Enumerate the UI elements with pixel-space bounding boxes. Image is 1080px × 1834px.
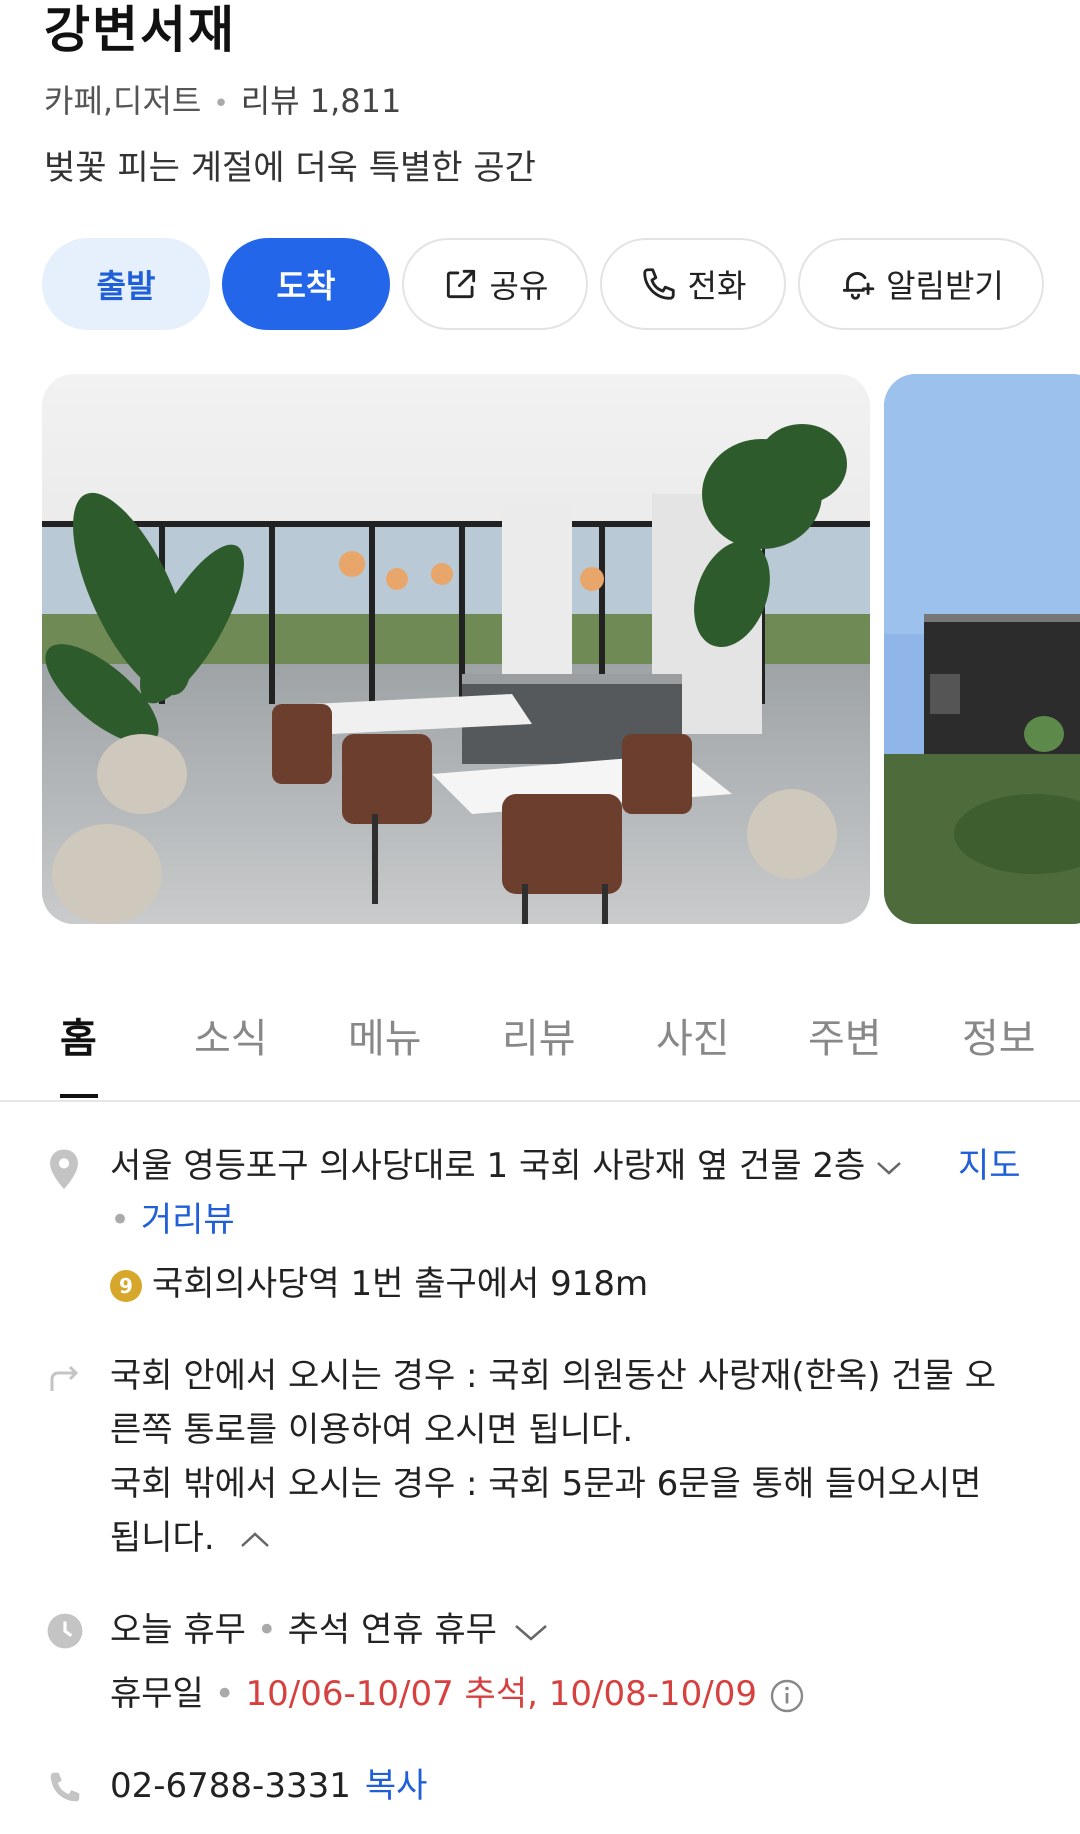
directions-line-4-row: 됩니다.: [110, 1516, 271, 1560]
phone-icon: [642, 268, 675, 300]
hours-note: 추석 연휴 휴무: [287, 1610, 497, 1650]
arrive-label: 도착: [276, 267, 336, 305]
tab-reviews[interactable]: 리뷰: [502, 1014, 576, 1064]
holiday-row: 휴무일 • 10/06-10/07 추석, 10/08-10/09: [110, 1672, 805, 1716]
cafe-exterior-photo[interactable]: [884, 374, 1080, 924]
separator-dot: •: [110, 1200, 141, 1240]
place-title: 강변서재: [44, 1, 236, 59]
directions-line-1: 국회 안에서 오시는 경우 : 국회 의원동산 사랑재(한옥) 건물 오: [110, 1356, 996, 1396]
tab-info[interactable]: 정보: [962, 1014, 1036, 1064]
map-link[interactable]: 지도: [958, 1144, 1021, 1188]
review-count-link[interactable]: 리뷰 1,811: [241, 82, 402, 120]
subway-row: 9 국회의사당역 1번 출구에서 918m: [110, 1262, 648, 1306]
place-description: 벚꽃 피는 계절에 더욱 특별한 공간: [44, 148, 536, 188]
chevron-down-icon[interactable]: [513, 1621, 549, 1643]
alarm-button[interactable]: 알림받기: [798, 238, 1044, 330]
cafe-interior-photo[interactable]: [42, 374, 870, 924]
bell-plus-icon: [843, 271, 875, 300]
separator-dot: •: [213, 89, 229, 119]
chevron-down-icon[interactable]: [875, 1158, 903, 1178]
location-pin-icon: [50, 1149, 78, 1190]
call-label: 전화: [687, 267, 747, 305]
share-icon: [446, 269, 475, 299]
address-line: 서울 영등포구 의사당대로 1 국회 사랑재 옆 건물 2층: [110, 1144, 903, 1188]
depart-label: 출발: [96, 267, 156, 305]
alarm-label: 알림받기: [886, 267, 1004, 305]
tab-bar: 홈 소식 메뉴 리뷰 사진 주변 정보: [0, 984, 1080, 1102]
phone-icon: [50, 1772, 80, 1802]
separator-dot: •: [203, 1674, 246, 1714]
tab-nearby[interactable]: 주변: [808, 1014, 882, 1064]
depart-button[interactable]: 출발: [42, 238, 210, 330]
street-view-link[interactable]: 거리뷰: [141, 1200, 235, 1240]
tab-menu[interactable]: 메뉴: [348, 1014, 422, 1064]
call-button[interactable]: 전화: [600, 238, 786, 330]
separator-dot: •: [245, 1610, 288, 1650]
chevron-up-icon[interactable]: [239, 1530, 271, 1550]
action-bar: 출발 도착 공유 전화 알림받기: [42, 238, 1044, 332]
hours-row: 오늘 휴무 • 추석 연휴 휴무: [110, 1608, 549, 1652]
cafe-exterior-image: [884, 374, 1080, 924]
share-button[interactable]: 공유: [402, 238, 588, 330]
clock-icon: [47, 1613, 83, 1649]
directions-arrow-icon: [50, 1365, 79, 1391]
directions-line-2: 른쪽 통로를 이용하여 오시면 됩니다.: [110, 1410, 634, 1450]
subway-line-badge: 9: [110, 1269, 142, 1302]
directions-line-4: 됩니다.: [110, 1518, 215, 1558]
tab-home[interactable]: 홈: [60, 1014, 97, 1064]
arrive-button[interactable]: 도착: [222, 238, 390, 330]
hours-status: 오늘 휴무: [110, 1610, 246, 1650]
category-label: 카페,디저트: [44, 82, 202, 120]
active-tab-indicator: [60, 1094, 98, 1098]
cafe-interior-image: [42, 374, 870, 924]
place-meta: 카페,디저트 • 리뷰 1,811: [44, 80, 401, 125]
subway-text: 국회의사당역 1번 출구에서 918m: [152, 1264, 649, 1304]
holiday-label: 휴무일: [110, 1674, 204, 1714]
share-label: 공유: [489, 267, 549, 305]
address-text: 서울 영등포구 의사당대로 1 국회 사랑재 옆 건물 2층: [110, 1146, 866, 1186]
street-view-row: • 거리뷰: [110, 1198, 235, 1242]
copy-phone-button[interactable]: 복사: [365, 1766, 428, 1806]
holiday-dates: 10/06-10/07 추석, 10/08-10/09: [245, 1674, 757, 1714]
phone-number[interactable]: 02-6788-3331: [110, 1766, 351, 1806]
directions-line-3: 국회 밖에서 오시는 경우 : 국회 5문과 6문을 통해 들어오시면: [110, 1464, 982, 1504]
phone-row: 02-6788-3331 복사: [110, 1764, 427, 1808]
info-icon[interactable]: [769, 1678, 805, 1714]
tab-news[interactable]: 소식: [194, 1014, 268, 1064]
tab-photos[interactable]: 사진: [656, 1014, 730, 1064]
